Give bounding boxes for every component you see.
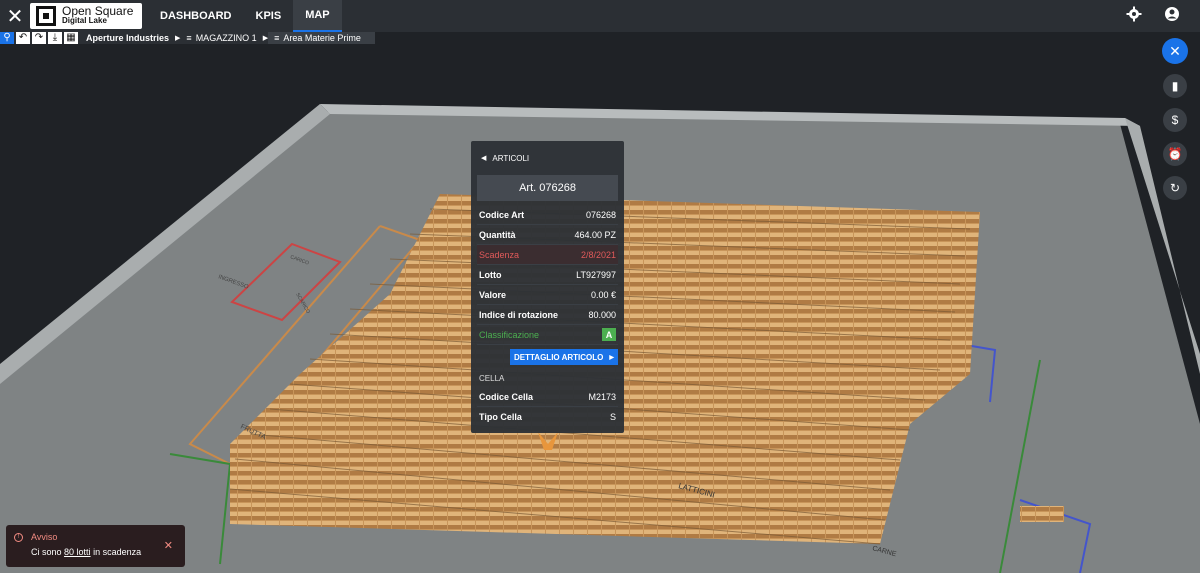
- row-indice-rotazione: Indice di rotazione 80.000: [477, 305, 618, 325]
- back-label: ARTICOLI: [492, 153, 530, 163]
- breadcrumb-company[interactable]: Aperture Industries: [80, 32, 175, 44]
- app-logo[interactable]: Open Square Digital Lake: [30, 3, 142, 29]
- undo-icon[interactable]: ↶: [16, 32, 30, 44]
- account-icon[interactable]: [1164, 6, 1180, 22]
- refresh-icon: ↻: [1169, 181, 1181, 195]
- row-value: LT927997: [576, 269, 616, 280]
- breadcrumb-bar: ⚲ ↶ ↷ ⤓ ▦ Aperture Industries ▶ ≡ MAGAZZ…: [0, 32, 375, 44]
- row-quantita: Quantità 464.00 PZ: [477, 225, 618, 245]
- top-bar: ✕ Open Square Digital Lake DASHBOARD KPI…: [0, 0, 1200, 32]
- row-key: Classificazione: [479, 329, 540, 340]
- expiring-lots-link[interactable]: 80 lotti: [64, 547, 91, 557]
- row-value: 464.00 PZ: [574, 229, 616, 240]
- row-value: 076268: [585, 209, 616, 220]
- article-title: Art. 076268: [477, 175, 618, 201]
- toast-close-icon[interactable]: ✕: [164, 539, 173, 552]
- chart-button[interactable]: ▮: [1163, 74, 1187, 98]
- cell-section-title: CELLA: [479, 373, 505, 383]
- close-icon: ✕: [1169, 42, 1181, 59]
- row-value: 2/8/2021: [580, 249, 616, 260]
- back-to-articles[interactable]: ◀ ARTICOLI: [477, 141, 618, 175]
- classification-badge: A: [602, 328, 616, 341]
- close-icon[interactable]: ✕: [0, 0, 30, 32]
- row-classificazione: Classificazione A: [477, 325, 618, 345]
- tab-dashboard[interactable]: DASHBOARD: [148, 0, 244, 32]
- grid-icon[interactable]: ▦: [64, 32, 78, 44]
- warning-toast: ! Avviso Ci sono 80 lotti in scadenza ✕: [6, 525, 185, 567]
- expiry-button[interactable]: ⏰: [1163, 142, 1187, 166]
- row-value: 80.000: [588, 309, 616, 320]
- side-toolbar: ✕ ▮ $ ⏰ ↻: [1162, 38, 1188, 200]
- main-nav: DASHBOARD KPIS MAP: [148, 0, 342, 32]
- breadcrumb-warehouse-label: MAGAZZINO 1: [195, 33, 257, 43]
- row-key: Quantità: [479, 229, 516, 240]
- breadcrumb-area[interactable]: ≡ Area Materie Prime: [268, 32, 375, 44]
- logo-icon: [36, 6, 56, 26]
- top-right-actions: [1126, 6, 1180, 22]
- row-key: Valore: [479, 289, 507, 300]
- row-value: S: [609, 412, 616, 422]
- row-key: Tipo Cella: [479, 412, 522, 422]
- chevron-right-icon: ▶: [609, 354, 614, 361]
- breadcrumb-company-label: Aperture Industries: [86, 33, 170, 43]
- search-icon[interactable]: ⚲: [0, 32, 14, 44]
- row-key: Lotto: [479, 269, 502, 280]
- value-button[interactable]: $: [1163, 108, 1187, 132]
- row-valore: Valore 0.00 €: [477, 285, 618, 305]
- tab-map[interactable]: MAP: [293, 0, 342, 32]
- article-detail-panel: ◀ ARTICOLI Art. 076268 Codice Art 076268…: [471, 141, 624, 433]
- menu-icon: ≡: [274, 33, 280, 43]
- row-key: Codice Cella: [479, 391, 534, 402]
- breadcrumb-warehouse[interactable]: ≡ MAGAZZINO 1: [180, 32, 262, 44]
- row-key: Indice di rotazione: [479, 309, 559, 320]
- row-lotto: Lotto LT927997: [477, 265, 618, 285]
- gear-icon[interactable]: [1126, 6, 1142, 22]
- row-value: M2173: [588, 391, 616, 402]
- dollar-icon: $: [1171, 113, 1179, 127]
- row-tipo-cella: Tipo Cella S: [477, 407, 618, 427]
- row-value: 0.00 €: [590, 289, 616, 300]
- pallet[interactable]: [1020, 506, 1064, 522]
- row-codice-art: Codice Art 076268: [477, 205, 618, 225]
- download-icon[interactable]: ⤓: [48, 32, 62, 44]
- warning-icon: !: [14, 532, 23, 542]
- logo-line1: Open Square: [62, 4, 134, 18]
- toast-title-label: Avviso: [31, 532, 58, 542]
- chevron-left-icon: ◀: [481, 155, 487, 162]
- menu-icon: ≡: [186, 33, 192, 43]
- article-detail-button[interactable]: DETTAGLIO ARTICOLO ▶: [510, 349, 618, 365]
- close-panel-button[interactable]: ✕: [1162, 38, 1188, 64]
- bar-chart-icon: ▮: [1171, 79, 1179, 93]
- toast-body: Ci sono 80 lotti in scadenza: [31, 547, 177, 557]
- toast-prefix: Ci sono: [31, 547, 62, 557]
- row-key: Codice Art: [479, 209, 525, 220]
- toast-suffix: in scadenza: [93, 547, 142, 557]
- alarm-clock-icon: ⏰: [1167, 147, 1183, 161]
- breadcrumb-area-label: Area Materie Prime: [283, 33, 361, 43]
- row-key: Scadenza: [479, 249, 520, 260]
- tab-kpis[interactable]: KPIS: [244, 0, 294, 32]
- rotation-button[interactable]: ↻: [1163, 176, 1187, 200]
- logo-text: Open Square Digital Lake: [62, 4, 134, 26]
- redo-icon[interactable]: ↷: [32, 32, 46, 44]
- row-scadenza: Scadenza 2/8/2021: [477, 245, 618, 265]
- detail-button-label: DETTAGLIO ARTICOLO: [514, 352, 604, 362]
- row-codice-cella: Codice Cella M2173: [477, 387, 618, 407]
- toast-title: ! Avviso: [14, 532, 177, 542]
